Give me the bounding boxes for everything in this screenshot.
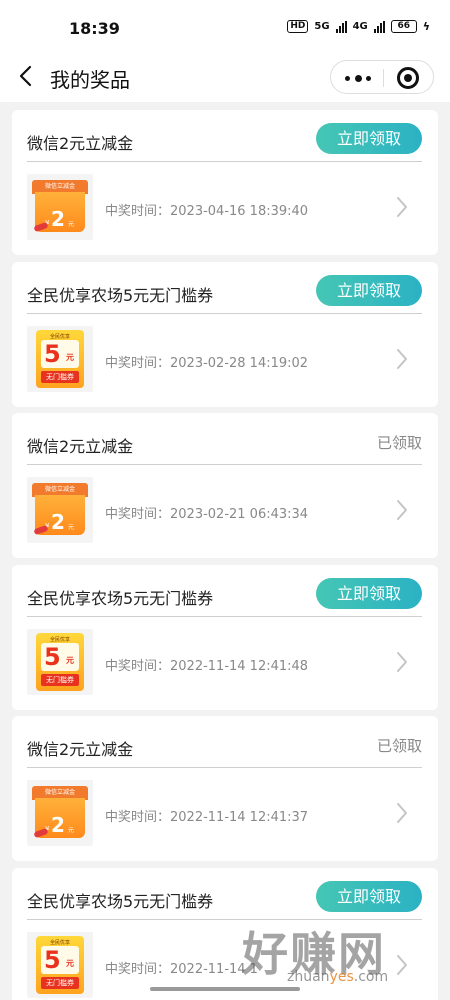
net-5g-label: 5G xyxy=(314,21,330,32)
watermark-url: zhuanyes.com xyxy=(287,969,389,985)
coupon-unit: 元 xyxy=(66,958,74,968)
card-divider xyxy=(27,312,422,314)
win-time: 中奖时间：2022-11-14 12:41:37 xyxy=(105,810,309,825)
prize-card[interactable]: 微信2元立减金 已领取 微信立减金2¥元 中奖时间：2022-11-14 12:… xyxy=(12,716,438,861)
page-title: 我的奖品 xyxy=(50,68,130,92)
home-indicator[interactable] xyxy=(150,987,300,991)
mini-program-capsule xyxy=(330,60,434,94)
coupon-thumbnail: 微信立减金2¥元 xyxy=(27,477,93,543)
prize-title: 微信2元立减金 xyxy=(27,437,134,456)
coupon-unit: 元 xyxy=(68,827,75,834)
prize-list: 微信2元立减金 立即领取 微信立减金2¥元 中奖时间：2023-04-16 18… xyxy=(12,110,438,1000)
win-time: 中奖时间：2023-02-21 06:43:34 xyxy=(105,507,309,522)
coupon-unit: 元 xyxy=(68,524,75,531)
card-divider xyxy=(27,767,422,768)
farm-coupon-image: 全民优享 5 元无门槛券 xyxy=(36,632,84,691)
chevron-right-icon[interactable] xyxy=(396,196,408,218)
coupon-brand: 全民优享 xyxy=(49,939,70,946)
coupon-amount: 5 xyxy=(44,339,61,368)
prize-card[interactable]: 全民优享农场5元无门槛券 立即领取 全民优享 5 元无门槛券 中奖时间：2022-1… xyxy=(12,564,438,710)
back-icon[interactable] xyxy=(18,65,34,87)
coupon-amount: 2 xyxy=(51,207,65,231)
claim-button[interactable]: 立即领取 xyxy=(316,577,422,609)
prize-title: 微信2元立减金 xyxy=(27,740,134,759)
card-divider xyxy=(27,615,422,617)
prize-card[interactable]: 微信2元立减金 已领取 微信立减金2¥元 中奖时间：2023-02-21 06:… xyxy=(12,413,438,558)
net-4g-label: 4G xyxy=(352,21,368,32)
win-time: 中奖时间：2023-04-16 18:39:40 xyxy=(105,204,309,219)
chevron-right-icon[interactable] xyxy=(396,802,408,824)
coupon-amount: 2 xyxy=(51,813,65,837)
watermark: 好赚网 zhuanyes.com xyxy=(242,918,442,988)
wechat-coupon-image: 微信立减金2¥元 xyxy=(32,180,88,234)
hd-badge: HD xyxy=(287,20,309,33)
status-bar: 18:39 HD 5G 4G 66 ϟ xyxy=(0,0,450,52)
prize-card[interactable]: 微信2元立减金 立即领取 微信立减金2¥元 中奖时间：2023-04-16 18… xyxy=(12,110,438,255)
prize-title: 全民优享农场5元无门槛券 xyxy=(27,588,214,608)
chevron-right-icon[interactable] xyxy=(396,651,408,673)
coupon-band: 无门槛券 xyxy=(41,370,79,383)
coupon-thumbnail: 全民优享 5 元无门槛券 xyxy=(27,325,93,392)
claimed-status: 已领取 xyxy=(376,737,422,755)
signal-icon xyxy=(335,20,347,33)
coupon-band: 无门槛券 xyxy=(41,673,79,686)
nav-bar: 我的奖品 xyxy=(0,52,450,102)
chevron-right-icon[interactable] xyxy=(396,348,408,370)
coupon-brand: 全民优享 xyxy=(49,636,70,643)
more-dots-icon[interactable] xyxy=(345,61,371,95)
chevron-right-icon[interactable] xyxy=(396,499,408,521)
prize-card[interactable]: 全民优享农场5元无门槛券 立即领取 全民优享 5 元无门槛券 中奖时间：2023-0… xyxy=(12,261,438,407)
farm-coupon-image: 全民优享 5 元无门槛券 xyxy=(36,935,84,994)
clock: 18:39 xyxy=(69,19,120,38)
win-time: 中奖时间：2023-02-28 14:19:02 xyxy=(105,355,309,371)
coupon-band: 无门槛券 xyxy=(41,976,79,989)
coupon-thumbnail: 微信立减金2¥元 xyxy=(27,780,93,846)
coupon-amount: 2 xyxy=(51,510,65,534)
prize-title: 全民优享农场5元无门槛券 xyxy=(27,891,214,911)
coupon-amount: 5 xyxy=(44,642,61,671)
charging-icon: ϟ xyxy=(422,20,430,33)
win-time: 中奖时间：2022-11-14 1 xyxy=(105,961,258,977)
prize-title: 全民优享农场5元无门槛券 xyxy=(27,285,214,305)
win-time: 中奖时间：2022-11-14 12:41:48 xyxy=(105,658,309,674)
signal-icon-2 xyxy=(373,20,385,33)
target-icon[interactable] xyxy=(397,67,419,89)
coupon-thumbnail: 微信立减金2¥元 xyxy=(27,174,93,240)
card-divider xyxy=(27,464,422,465)
wechat-coupon-image: 微信立减金2¥元 xyxy=(32,483,88,537)
wechat-coupon-image: 微信立减金2¥元 xyxy=(32,786,88,840)
coupon-thumbnail: 全民优享 5 元无门槛券 xyxy=(27,628,93,695)
coupon-unit: 元 xyxy=(68,221,75,228)
claim-button[interactable]: 立即领取 xyxy=(316,274,422,306)
coupon-amount: 5 xyxy=(44,945,61,974)
system-icons: HD 5G 4G 66 ϟ xyxy=(287,20,430,33)
coupon-unit: 元 xyxy=(66,352,74,362)
capsule-divider xyxy=(383,69,384,87)
claim-button[interactable]: 立即领取 xyxy=(316,880,422,912)
card-divider xyxy=(27,161,422,162)
coupon-unit: 元 xyxy=(66,655,74,665)
claimed-status: 已领取 xyxy=(376,434,422,452)
claim-button[interactable]: 立即领取 xyxy=(316,123,422,154)
coupon-brand: 全民优享 xyxy=(49,333,70,340)
battery-icon: 66 xyxy=(390,20,417,33)
prize-title: 微信2元立减金 xyxy=(27,134,134,153)
coupon-thumbnail: 全民优享 5 元无门槛券 xyxy=(27,931,93,998)
farm-coupon-image: 全民优享 5 元无门槛券 xyxy=(36,329,84,388)
